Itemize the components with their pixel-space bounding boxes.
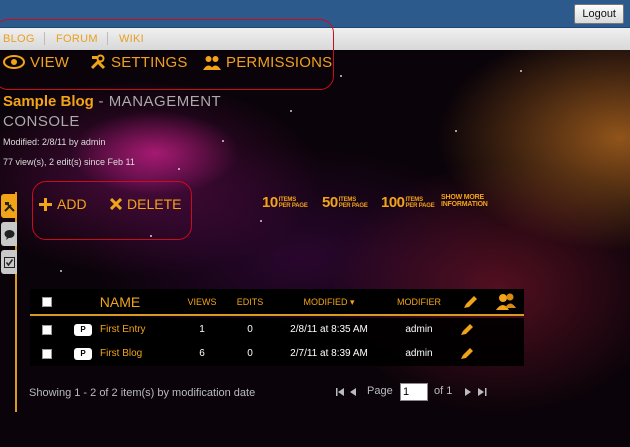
page-label: Page	[367, 385, 393, 397]
star	[178, 168, 180, 170]
item-edits: 0	[247, 324, 253, 335]
blog-name: Sample Blog	[3, 93, 94, 110]
show-more-caption: SHOW MORE INFORMATION	[441, 194, 488, 208]
annotation-highlight	[32, 181, 192, 240]
header-modified[interactable]: MODIFIED ▾	[276, 289, 382, 316]
view-stats: 77 view(s), 2 edit(s) since Feb 11	[3, 157, 135, 167]
item-views: 1	[199, 324, 205, 335]
header-modifier[interactable]: MODIFIER	[386, 289, 452, 316]
header-edits[interactable]: EDITS	[228, 289, 272, 316]
per-page-caption-bottom: PER PAGE	[338, 202, 368, 209]
last-page-icon[interactable]	[478, 388, 487, 396]
star	[60, 270, 62, 272]
star	[222, 140, 224, 142]
per-page-number: 50	[322, 194, 338, 211]
per-page-caption-bottom: PER PAGE	[405, 202, 435, 209]
row-checkbox[interactable]	[42, 349, 52, 359]
per-page-caption: ITEMS PER PAGE	[279, 197, 308, 209]
comment-icon	[4, 229, 14, 240]
table-row[interactable]: P First Blog 6 0 2/7/11 at 8:39 AM admin	[30, 342, 524, 366]
show-more-caption-top: SHOW MORE	[441, 194, 484, 201]
per-page-number: 100	[381, 194, 405, 211]
side-tab-comments[interactable]	[1, 222, 17, 246]
header-views[interactable]: VIEWS	[180, 289, 224, 316]
post-type-badge: P	[74, 324, 92, 336]
annotation-highlight	[0, 19, 334, 90]
item-modifier: admin	[405, 324, 433, 335]
per-page-caption-bottom: PER PAGE	[278, 202, 308, 209]
star	[455, 130, 457, 132]
prev-page-icon[interactable]	[350, 388, 357, 396]
check-icon	[3, 256, 15, 268]
item-modified: 2/8/11 at 8:35 AM	[290, 324, 368, 335]
per-page-number: 10	[262, 194, 278, 211]
per-page-50[interactable]: 50 ITEMS PER PAGE	[322, 194, 368, 211]
pencil-icon	[464, 296, 477, 308]
show-more-info-link[interactable]: SHOW MORE INFORMATION	[440, 194, 488, 208]
side-tab-approve[interactable]	[1, 250, 17, 274]
page-subtitle-continued: CONSOLE	[3, 113, 80, 130]
select-all-checkbox[interactable]	[42, 297, 52, 307]
first-page-icon[interactable]	[336, 388, 345, 396]
star	[260, 220, 262, 222]
header-name[interactable]: NAME	[70, 289, 170, 316]
show-more-caption-bottom: INFORMATION	[441, 201, 488, 208]
modified-info: Modified: 2/8/11 by admin	[3, 137, 106, 147]
per-page-100[interactable]: 100 ITEMS PER PAGE	[381, 194, 435, 211]
page-count: of 1	[434, 385, 453, 397]
per-page-caption: ITEMS PER PAGE	[339, 197, 368, 209]
item-modifier: admin	[405, 348, 433, 359]
row-checkbox[interactable]	[42, 325, 52, 335]
people-icon	[496, 293, 516, 310]
star	[520, 70, 522, 72]
table-header: NAME VIEWS EDITS MODIFIED ▾ MODIFIER	[30, 289, 524, 316]
item-name-link[interactable]: First Blog	[100, 342, 170, 366]
per-page-10[interactable]: 10 ITEMS PER PAGE	[262, 194, 308, 211]
post-type-badge: P	[74, 348, 92, 360]
page-title: Sample Blog - MANAGEMENT	[3, 93, 221, 110]
next-page-icon[interactable]	[465, 388, 472, 396]
pencil-icon[interactable]	[460, 347, 474, 360]
side-tab-strip	[0, 192, 17, 412]
star	[340, 75, 342, 77]
item-edits: 0	[247, 348, 253, 359]
table-row[interactable]: P First Entry 1 0 2/8/11 at 8:35 AM admi…	[30, 318, 524, 342]
side-tab-tools[interactable]	[1, 194, 17, 218]
logout-button[interactable]: Logout	[574, 4, 624, 24]
item-name-link[interactable]: First Entry	[100, 318, 170, 342]
per-page-caption: ITEMS PER PAGE	[406, 197, 435, 209]
pencil-icon[interactable]	[460, 323, 474, 336]
page-subtitle: - MANAGEMENT	[93, 93, 222, 110]
pagination-status: Showing 1 - 2 of 2 item(s) by modificati…	[29, 387, 256, 399]
item-modified: 2/7/11 at 8:39 AM	[290, 348, 368, 359]
page-number-input[interactable]	[400, 383, 428, 401]
tools-icon	[3, 201, 15, 212]
star	[290, 110, 292, 112]
item-views: 6	[199, 348, 205, 359]
